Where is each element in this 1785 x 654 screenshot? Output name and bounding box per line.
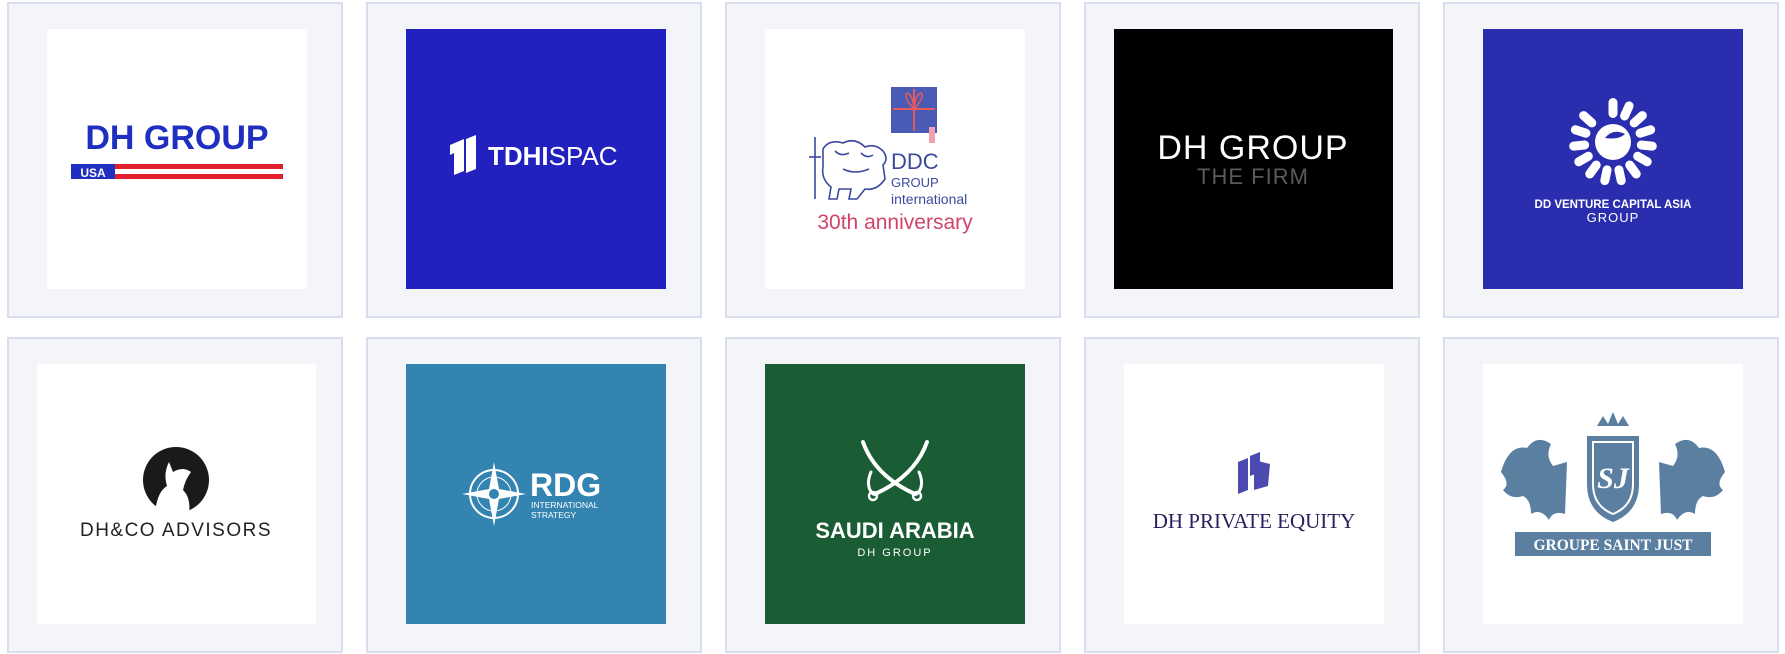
logo-card-dh-group-the-firm[interactable]: DH GROUP THE FIRM [1084, 2, 1420, 318]
saudi-line2: DH GROUP [857, 547, 932, 559]
rdg-line2: INTERNATIONAL [531, 500, 599, 510]
dh-group-usa-line2: USA [80, 166, 106, 180]
saudi-line1: SAUDI ARABIA [815, 518, 974, 543]
groupe-saint-just-logo: SJ GROUPE SAINT JUST [1483, 364, 1743, 624]
dd-venture-capital-logo: DD VENTURE CAPITAL ASIA GROUP [1483, 29, 1743, 289]
dh-co-advisors-text: DH&CO ADVISORS [80, 520, 272, 541]
logo-card-tdhi-spac[interactable]: TDHISPAC [366, 2, 702, 318]
spac-text: SPAC [549, 141, 618, 171]
rdg-logo: RDG INTERNATIONAL STRATEGY [406, 364, 666, 624]
ddc-group-logo: DDC GROUP international 30th anniversary [765, 29, 1025, 289]
monogram-text: SJ [1597, 462, 1630, 495]
crossed-swords-icon [861, 440, 929, 502]
howling-wolf-icon [143, 447, 209, 513]
lion-sword-icon [809, 137, 887, 200]
logo-card-dh-group-usa[interactable]: DH GROUP USA [7, 2, 343, 318]
compass-icon [462, 462, 526, 526]
ddc-line4: 30th anniversary [817, 211, 973, 234]
svg-text:TDHISPAC: TDHISPAC [488, 141, 618, 171]
rdg-line1: RDG [530, 467, 601, 503]
the-firm-line2: THE FIRM [1197, 164, 1309, 189]
tdhi-mark-icon [450, 135, 476, 175]
logo-card-rdg[interactable]: RDG INTERNATIONAL STRATEGY [366, 337, 702, 653]
dh-group-usa-logo: DH GROUP USA [47, 29, 307, 289]
logo-card-dh-co-advisors[interactable]: DH&CO ADVISORS [7, 337, 343, 653]
logo-card-dh-private-equity[interactable]: DH PRIVATE EQUITY [1084, 337, 1420, 653]
dh-group-the-firm-logo: DH GROUP THE FIRM [1114, 29, 1393, 289]
private-equity-text: DH PRIVATE EQUITY [1153, 509, 1356, 533]
dh-private-equity-logo: DH PRIVATE EQUITY [1124, 364, 1384, 624]
logo-card-groupe-saint-just[interactable]: SJ GROUPE SAINT JUST [1443, 337, 1779, 653]
building-mark-icon [1238, 452, 1270, 494]
tdhi-text: TDHI [488, 141, 549, 171]
logo-card-saudi-arabia[interactable]: SAUDI ARABIA DH GROUP [725, 337, 1061, 653]
ddc-line2: GROUP [891, 175, 939, 190]
logo-card-dd-venture-capital[interactable]: DD VENTURE CAPITAL ASIA GROUP [1443, 2, 1779, 318]
dh-group-usa-line1: DH GROUP [85, 119, 268, 157]
rdg-line3: STRATEGY [531, 510, 577, 520]
ddc-line3: international [891, 191, 967, 207]
sunburst-icon [1568, 98, 1658, 186]
logo-card-ddc-group[interactable]: DDC GROUP international 30th anniversary [725, 2, 1061, 318]
dh-co-advisors-logo: DH&CO ADVISORS [37, 364, 316, 624]
gift-box-icon [891, 87, 937, 143]
the-firm-line1: DH GROUP [1157, 129, 1348, 167]
ddc-line1: DDC [891, 149, 939, 174]
tdhi-spac-logo: TDHISPAC [406, 29, 666, 289]
dd-line2: GROUP [1587, 210, 1640, 225]
saudi-arabia-logo: SAUDI ARABIA DH GROUP [765, 364, 1025, 624]
saint-just-text: GROUPE SAINT JUST [1533, 537, 1693, 554]
